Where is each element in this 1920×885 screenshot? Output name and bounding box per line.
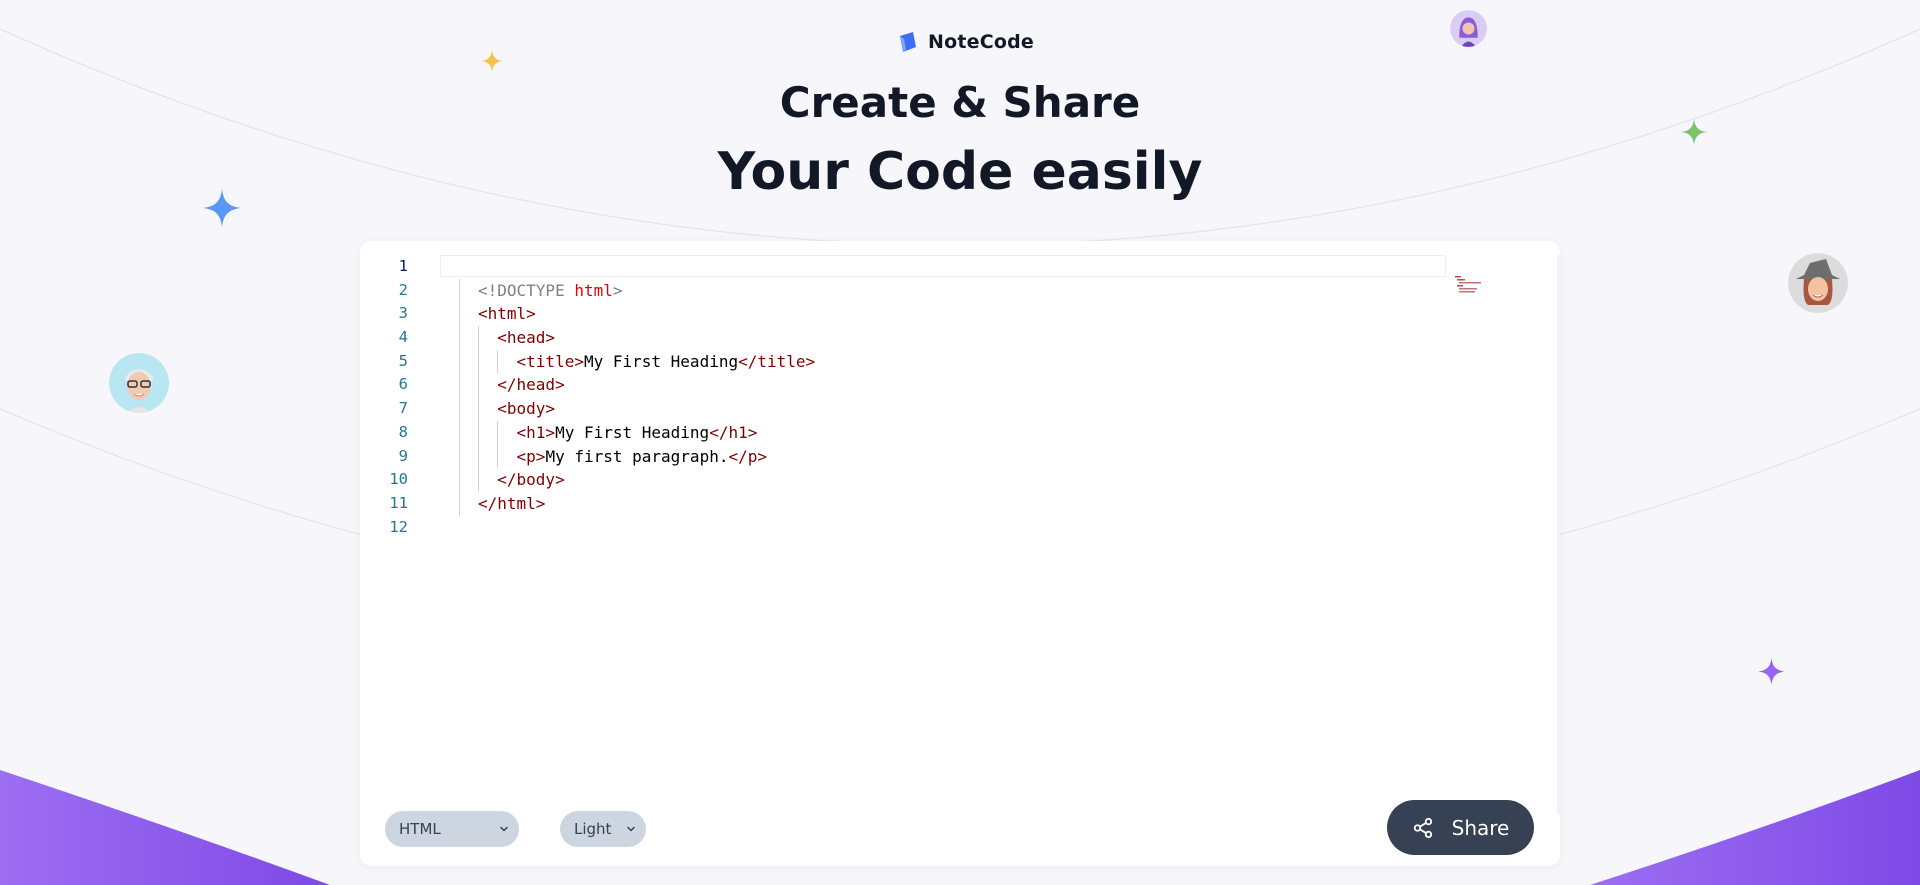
indent-guide xyxy=(459,349,460,374)
code-token: <!DOCTYPE xyxy=(478,280,565,300)
code-line: </head> xyxy=(459,373,815,398)
code-token: </head> xyxy=(497,375,565,395)
hero-title-line1: Create & Share xyxy=(779,78,1141,127)
notecode-logo-icon xyxy=(900,32,916,52)
line-number: 8 xyxy=(398,422,408,441)
code-token: My First Heading xyxy=(583,351,739,371)
code-token: </p> xyxy=(728,446,767,466)
code-line: <head> xyxy=(459,326,815,350)
indent-guide xyxy=(478,444,479,469)
code-line: <p>My first paragraph.</p> xyxy=(459,444,815,469)
code-token: > xyxy=(612,280,623,300)
code-editor[interactable]: 1 2 3 4 5 6 7 8 9 10 11 12 <!DOCTYPE htm… xyxy=(360,255,1560,815)
line-number: 7 xyxy=(398,399,408,418)
line-number-gutter: 1 2 3 4 5 6 7 8 9 10 11 12 xyxy=(360,255,408,539)
code-token: </html> xyxy=(478,493,546,513)
theme-select-value: Light xyxy=(574,820,612,838)
avatar-purple-hair xyxy=(1450,10,1487,47)
line-number: 2 xyxy=(398,280,408,299)
code-line: <h1>My First Heading</h1> xyxy=(459,420,815,445)
indent-guide xyxy=(459,373,460,398)
code-token: </title> xyxy=(738,351,816,371)
indent-guide xyxy=(459,302,460,327)
indent-guide xyxy=(459,278,460,303)
chevron-down-icon xyxy=(500,826,508,832)
indent-guide xyxy=(497,349,498,374)
sparkle-purple-icon xyxy=(1758,658,1785,685)
line-number: 3 xyxy=(398,304,408,323)
line-number: 9 xyxy=(398,446,408,465)
code-line: <title>My First Heading</title> xyxy=(459,349,816,374)
share-button[interactable]: Share xyxy=(1387,800,1534,855)
indent-guide xyxy=(478,326,479,350)
language-select[interactable]: HTML xyxy=(385,811,519,847)
indent-guide xyxy=(478,397,479,421)
line-number: 11 xyxy=(389,493,408,512)
line-number: 5 xyxy=(398,351,408,370)
line-number: 10 xyxy=(389,470,408,489)
avatar-hat-woman xyxy=(1788,253,1848,313)
share-button-label: Share xyxy=(1451,815,1510,840)
indent-guide xyxy=(459,326,460,350)
chevron-down-icon xyxy=(627,826,635,832)
editor-card: 1 2 3 4 5 6 7 8 9 10 11 12 <!DOCTYPE htm… xyxy=(360,241,1560,866)
indent-guide xyxy=(478,373,479,398)
indent-guide xyxy=(459,491,460,516)
indent-guide xyxy=(459,468,460,492)
line-number: 4 xyxy=(398,328,408,347)
share-icon xyxy=(1413,817,1432,838)
language-select-value: HTML xyxy=(399,820,441,838)
line-number: 6 xyxy=(398,375,408,394)
code-line: </body> xyxy=(459,468,815,492)
indent-guide xyxy=(478,420,479,445)
code-token: </body> xyxy=(497,470,565,490)
indent-guide xyxy=(459,420,460,445)
editor-scrollbar[interactable] xyxy=(1557,255,1560,815)
avatar-glasses-man xyxy=(109,353,169,413)
code-token: My First Heading xyxy=(555,422,710,442)
code-token: html xyxy=(574,280,613,300)
logo-text: NoteCode xyxy=(928,31,1035,53)
code-token: <head> xyxy=(497,328,556,348)
indent-guide xyxy=(478,349,479,374)
code-line: <body> xyxy=(459,397,815,421)
code-token: My first paragraph. xyxy=(545,446,729,466)
code-token: <title> xyxy=(516,351,584,371)
line-number: 12 xyxy=(389,517,408,536)
code-token: <body> xyxy=(497,399,556,419)
code-lines[interactable]: <!DOCTYPE html> <html> <head> <title>My … xyxy=(459,255,816,540)
hero-title-line2: Your Code easily xyxy=(717,142,1203,202)
code-token: </h1> xyxy=(709,422,758,442)
indent-guide xyxy=(459,397,460,421)
sparkle-yellow-icon xyxy=(481,50,503,72)
page: NoteCode Create & Share Your Code easily… xyxy=(0,0,1920,885)
logo[interactable]: NoteCode xyxy=(896,30,1034,54)
code-minimap[interactable] xyxy=(1455,275,1495,295)
code-line: <!DOCTYPE html> xyxy=(459,278,815,303)
code-token: <p> xyxy=(516,446,546,466)
line-number: 1 xyxy=(398,257,408,275)
indent-guide xyxy=(497,444,498,469)
code-line: </html> xyxy=(459,491,815,516)
theme-select[interactable]: Light xyxy=(560,811,646,847)
code-token: <html> xyxy=(478,304,536,324)
code-token: <h1> xyxy=(516,422,556,442)
indent-guide xyxy=(497,420,498,445)
indent-guide xyxy=(459,444,460,469)
indent-guide xyxy=(478,468,479,492)
code-line: <html> xyxy=(459,302,815,327)
